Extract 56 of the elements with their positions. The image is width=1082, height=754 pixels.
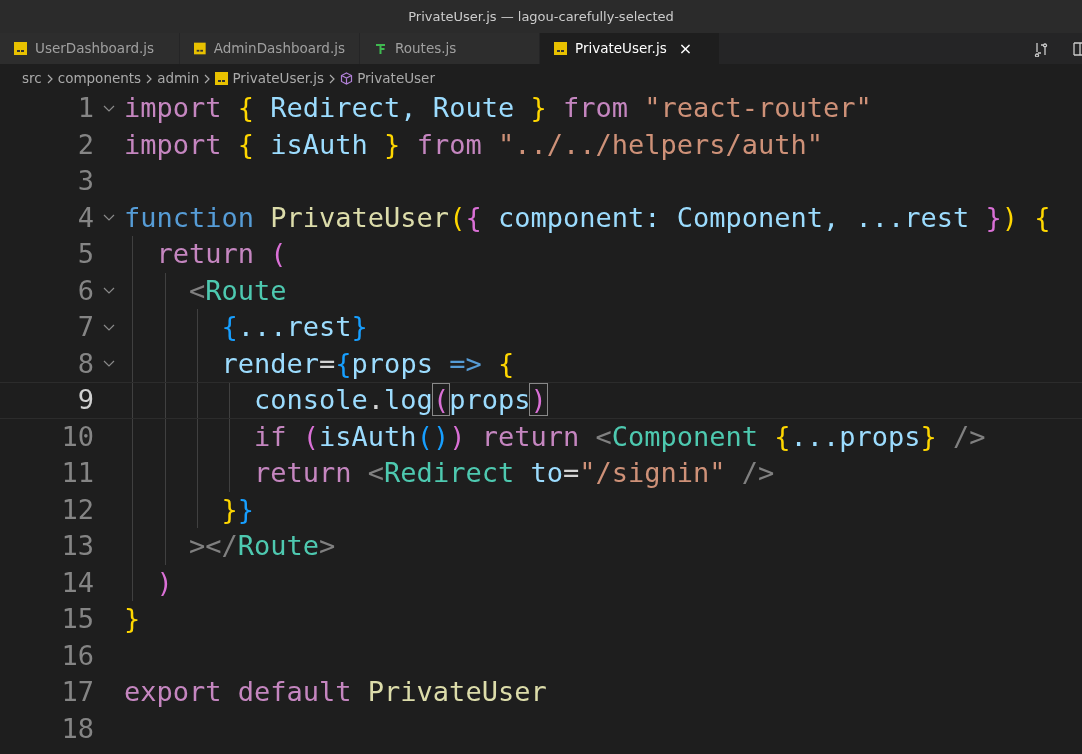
line-number: 18 [60,711,94,746]
line-number: 2 [76,127,94,162]
code-line: return <Redirect to="/signin" /> [253,456,775,490]
code-line: }} [220,492,255,527]
split-editor-icon [1073,40,1082,57]
js-file-icon [194,42,206,55]
line-number: 6 [76,273,94,308]
code-line: <Route [188,273,287,308]
code-line: render={props => { [220,346,515,381]
breadcrumb-item[interactable]: PrivateUser.js [232,68,325,89]
close-icon[interactable]: × [678,36,693,61]
editor-tab[interactable]: AdminDashboard.js [180,33,360,64]
chevron-right-icon [203,73,212,84]
js-file-icon [14,42,27,55]
line-number: 14 [60,565,94,600]
line-number: 13 [60,529,94,563]
line-number: 9 [76,383,94,417]
chevron-right-icon [145,73,154,84]
code-line: ) [155,565,173,600]
branch-icon [374,42,387,55]
line-number: 5 [76,237,94,271]
code-line: function PrivateUser({ component: Component, ...rest }) { [124,200,1051,235]
editor-tab[interactable]: Routes.js [360,33,540,64]
code-line: ></Route> [188,529,336,563]
js-file-icon [554,42,567,55]
breadcrumb-item[interactable]: PrivateUser [357,68,435,89]
code-line: {...rest} [220,310,368,344]
code-line: export default PrivateUser [124,675,547,709]
line-number: 17 [60,675,94,709]
code-line: console.log(props) [253,383,547,417]
line-number: 15 [60,602,94,636]
line-number: 7 [76,310,94,344]
breadcrumb-item[interactable]: components [57,68,142,89]
code-line: } [124,602,141,636]
line-number: 11 [60,456,94,490]
editor-tab[interactable]: PrivateUser.js × [540,33,720,64]
line-number: 4 [76,200,94,235]
code-line: import { Redirect, Route } from "react-router" [124,91,872,125]
editor-tab[interactable]: UserDashboard.js [0,33,180,64]
breadcrumb-item[interactable]: admin [157,68,200,89]
line-number: 3 [76,164,94,198]
chevron-right-icon [45,73,54,84]
line-number: 10 [60,419,94,454]
code-line: if (isAuth()) return <Component {...props} /> [253,419,986,454]
line-number: 8 [76,346,94,381]
code-line: import { isAuth } from "../../helpers/auth" [124,127,824,162]
line-number: 16 [60,638,94,673]
chevron-right-icon [328,73,337,84]
compare-changes-icon [1033,40,1049,57]
line-number: 1 [76,91,94,125]
breadcrumb-item[interactable]: src [22,68,42,89]
code-line: return ( [155,237,287,271]
js-file-icon [215,72,229,85]
window-title: PrivateUser.js — lagou-carefully-selected [408,7,674,26]
cube-icon [340,72,354,85]
line-number: 12 [60,492,94,527]
